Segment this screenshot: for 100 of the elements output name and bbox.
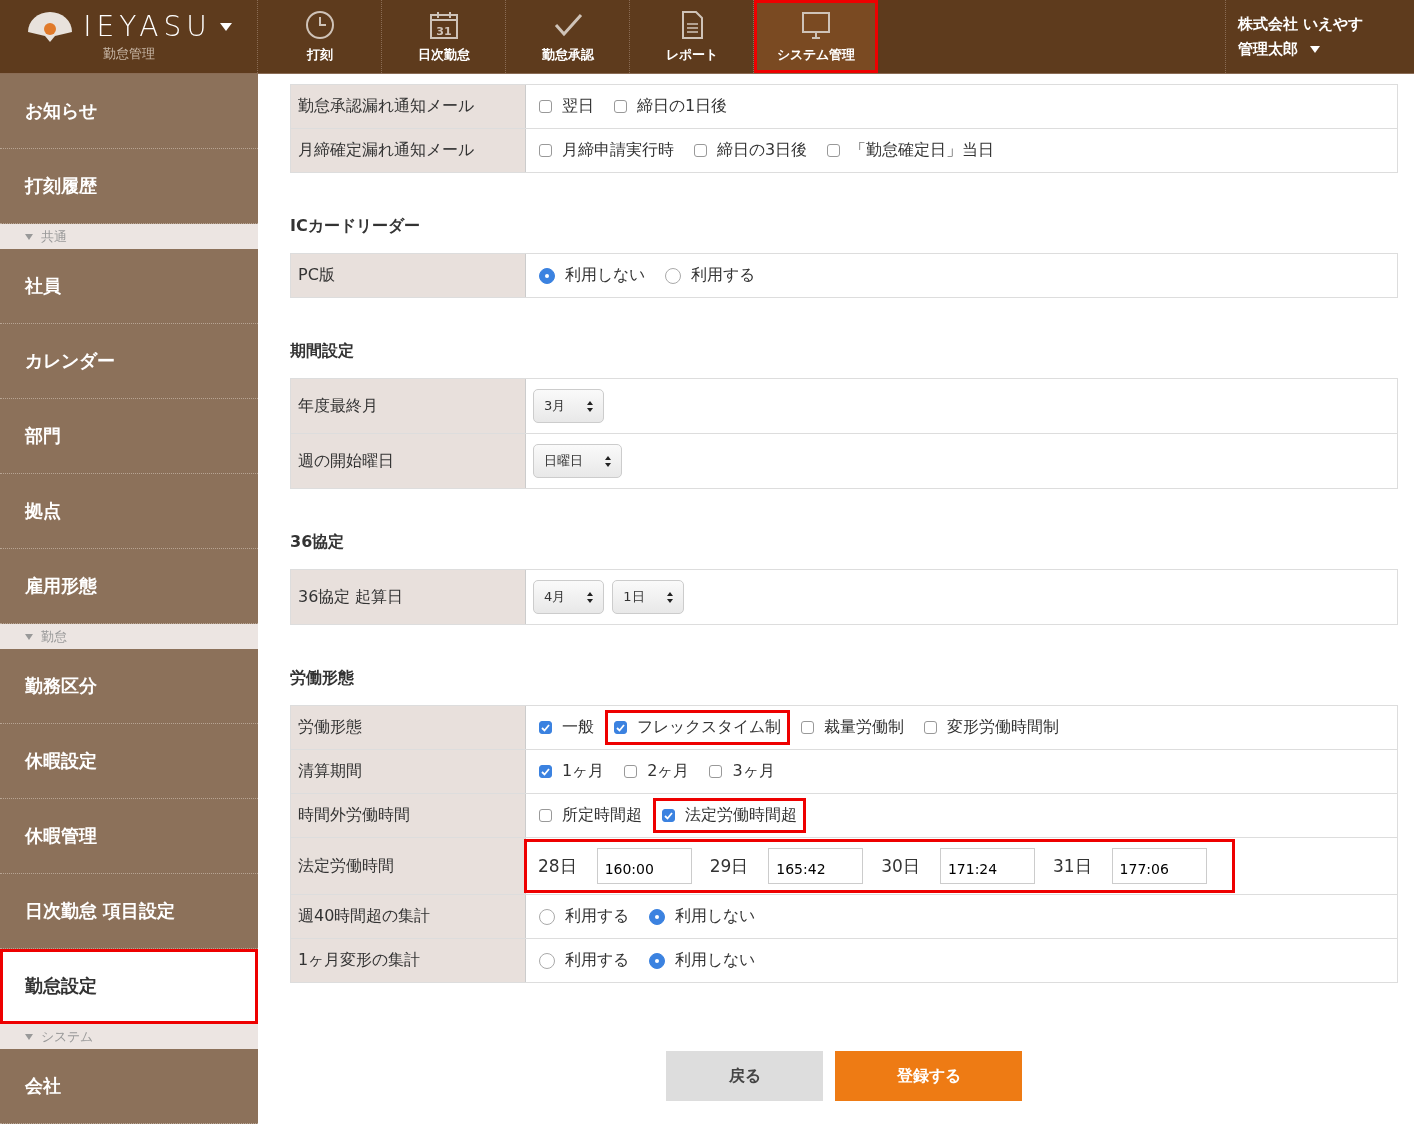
hours-input-field[interactable]: 165:42	[768, 848, 864, 884]
dropdown-select[interactable]: 1日	[612, 580, 684, 614]
caret-icon[interactable]	[219, 22, 232, 31]
radio-button[interactable]	[539, 908, 555, 925]
checkbox-option[interactable]: 翌日	[533, 92, 600, 121]
checkbox[interactable]	[539, 100, 552, 113]
checkbox-option[interactable]: 締日の1日後	[608, 92, 734, 121]
hours-input-field[interactable]: 177:06	[1111, 848, 1207, 884]
checkbox-option[interactable]: 3ヶ月	[703, 757, 781, 786]
company-name: 株式会社 いえやす	[1238, 14, 1365, 34]
field-label: PC版	[291, 254, 526, 297]
field-label: 年度最終月	[291, 379, 526, 433]
section-label: 共通	[41, 227, 67, 246]
highlighted-option[interactable]: 法定労働時間超	[656, 801, 803, 830]
sidebar-item[interactable]: 社員	[0, 249, 258, 324]
radio-option[interactable]: 利用しない	[533, 261, 651, 290]
field-label: 月締確定漏れ通知メール	[291, 129, 526, 172]
checkbox[interactable]	[614, 721, 627, 734]
checkbox[interactable]	[614, 100, 627, 113]
section-label: 勤怠	[41, 627, 67, 646]
nav-tab[interactable]: 勤怠承認	[506, 0, 630, 73]
checkbox[interactable]	[801, 721, 814, 734]
radio-button[interactable]	[539, 267, 555, 284]
checkbox[interactable]	[924, 721, 937, 734]
caret-icon	[25, 233, 33, 240]
back-button[interactable]: 戻る	[666, 1051, 823, 1101]
checkbox[interactable]	[827, 144, 841, 157]
checkbox-option[interactable]: 月締申請実行時	[533, 136, 680, 165]
checkbox-option[interactable]: 一般	[533, 713, 600, 742]
checkbox-option[interactable]: 裁量労働制	[795, 713, 910, 742]
section-title: 期間設定	[290, 340, 355, 362]
checkbox-option[interactable]: 所定時間超	[533, 801, 648, 830]
radio-option[interactable]: 利用しない	[643, 902, 761, 931]
clock-icon	[304, 9, 335, 40]
checkbox[interactable]	[624, 765, 638, 778]
sidebar-item[interactable]: 会社	[0, 1049, 258, 1124]
hours-input-field[interactable]: 160:00	[596, 848, 692, 884]
sidebar-item[interactable]: 勤務区分	[0, 649, 258, 724]
app-subtitle: 勤怠管理	[102, 45, 155, 63]
radio-option[interactable]: 利用する	[533, 902, 635, 931]
radio-option[interactable]: 利用しない	[643, 946, 761, 975]
checkbox[interactable]	[694, 144, 707, 157]
caret-icon	[25, 1033, 33, 1040]
field-label: 週40時間超の集計	[291, 895, 526, 938]
checkbox-option[interactable]: 変形労働時間制	[918, 713, 1065, 742]
field-label: 週の開始曜日	[291, 434, 526, 488]
nav-tab[interactable]: システム管理	[754, 0, 878, 73]
nav-tab[interactable]: 31 日次勤怠	[382, 0, 506, 73]
stepper-arrows-icon	[666, 591, 673, 603]
field-label: 勤怠承認漏れ通知メール	[291, 85, 526, 128]
brand-name: IEYASU	[83, 10, 212, 43]
sidebar-item[interactable]: 休暇管理	[0, 799, 258, 874]
sidebar-item[interactable]: 休暇設定	[0, 724, 258, 799]
checkbox-option[interactable]: 「勤怠確定日」当日	[821, 136, 1001, 165]
checkbox[interactable]	[539, 144, 552, 157]
section-title: ICカードリーダー	[290, 215, 421, 237]
field-label: 法定労働時間	[291, 838, 526, 894]
checkbox-option[interactable]: 2ヶ月	[618, 757, 696, 786]
monitor-icon	[800, 9, 831, 40]
dropdown-select[interactable]: 4月	[533, 580, 605, 614]
day-label: 31日	[1052, 854, 1092, 878]
stepper-arrows-icon	[587, 400, 594, 412]
radio-button[interactable]	[665, 267, 681, 284]
day-label: 30日	[881, 854, 920, 878]
field-label: 清算期間	[291, 750, 526, 793]
checkbox[interactable]	[539, 721, 552, 734]
radio-option[interactable]: 利用する	[533, 946, 635, 975]
sidebar-item[interactable]: 部門	[0, 399, 258, 474]
field-label: 36協定 起算日	[291, 570, 526, 624]
section-title: 労働形態	[290, 667, 355, 689]
user-name[interactable]: 管理太郎	[1238, 39, 1298, 59]
radio-option[interactable]: 利用する	[659, 261, 761, 290]
checkbox[interactable]	[539, 809, 552, 822]
checkbox[interactable]	[539, 765, 552, 778]
checkbox-option[interactable]: 締日の3日後	[688, 136, 814, 165]
checkbox[interactable]	[709, 765, 723, 778]
hours-input-field[interactable]: 171:24	[939, 848, 1035, 884]
section-title: 36協定	[290, 531, 346, 553]
field-label: 労働形態	[291, 706, 526, 749]
checkbox[interactable]	[662, 809, 675, 822]
stepper-arrows-icon	[605, 455, 611, 467]
section-label: システム	[41, 1027, 93, 1046]
stepper-arrows-icon	[587, 591, 594, 603]
caret-icon[interactable]	[1310, 45, 1320, 53]
field-label: 1ヶ月変形の集計	[291, 939, 526, 982]
sidebar-item[interactable]: 勤怠設定	[0, 949, 258, 1024]
field-label: 時間外労働時間	[291, 794, 526, 837]
day-label: 28日	[538, 854, 577, 878]
radio-button[interactable]	[649, 908, 665, 925]
sidebar-item[interactable]: 拠点	[0, 474, 258, 549]
highlighted-option[interactable]: フレックスタイム制	[608, 713, 787, 742]
radio-button[interactable]	[539, 952, 555, 969]
checkbox-option[interactable]: 1ヶ月	[533, 757, 611, 786]
sidebar-item[interactable]: カレンダー	[0, 324, 258, 399]
nav-tab[interactable]: 打刻	[258, 0, 382, 73]
sidebar-item[interactable]: お知らせ	[0, 74, 258, 149]
dropdown-select[interactable]: 3月	[533, 389, 605, 423]
radio-button[interactable]	[649, 952, 665, 969]
dropdown-select[interactable]: 日曜日	[533, 444, 622, 478]
day-label: 29日	[709, 854, 749, 878]
